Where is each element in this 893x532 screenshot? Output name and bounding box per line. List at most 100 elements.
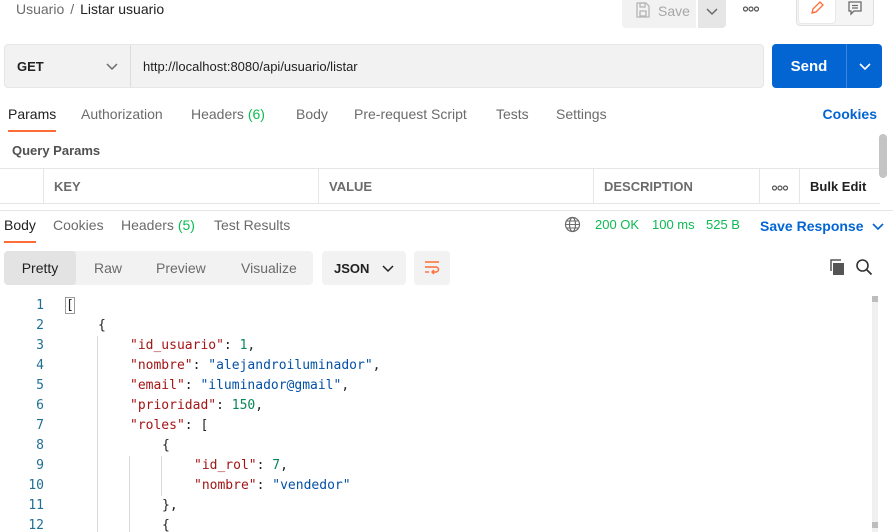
breadcrumb-separator: / [70,1,75,17]
status-code[interactable]: 200 OK [595,217,639,232]
response-view-modes: Pretty Raw Preview Visualize [4,251,313,285]
code-line: 10 "nombre": "vendedor" [0,476,870,496]
code-line: 11}, [0,496,870,516]
chevron-down-icon [706,4,718,19]
column-options-button[interactable] [759,169,799,204]
code-text: { [162,516,170,532]
json-punctuation: , [280,458,288,473]
tab-response-headers[interactable]: Headers (5) [121,217,195,243]
line-number: 9 [36,458,44,473]
code-line: 1[ [0,296,870,316]
comment-icon [847,0,863,19]
code-text: }, [162,496,178,516]
tab-settings[interactable]: Settings [556,106,607,132]
cookies-link[interactable]: Cookies [823,106,877,122]
tab-body[interactable]: Body [296,106,328,132]
breadcrumb-parent[interactable]: Usuario [16,1,64,17]
chevron-down-icon [382,261,394,276]
column-description: DESCRIPTION [593,169,759,204]
tab-tests[interactable]: Tests [496,106,529,132]
json-string: "iluminador@gmail" [200,378,342,393]
send-group: Send [772,44,882,88]
code-text: { [98,316,106,336]
tab-pre-request-script[interactable]: Pre-request Script [354,106,467,132]
code-line: 12 { [0,516,870,532]
wrap-lines-button[interactable] [414,251,450,285]
tab-response-body[interactable]: Body [4,217,36,243]
chevron-down-icon [858,59,871,74]
code-text: [ [65,296,75,316]
tab-authorization[interactable]: Authorization [81,106,163,132]
format-label: JSON [334,260,370,276]
view-preview[interactable]: Preview [156,251,206,285]
line-number: 12 [28,518,44,532]
response-time[interactable]: 100 ms [652,217,695,232]
line-number: 7 [36,418,44,433]
json-number: 7 [272,458,281,473]
tab-test-results[interactable]: Test Results [214,217,290,243]
params-scrollbar[interactable] [879,134,887,178]
save-response-button[interactable]: Save Response [760,218,884,234]
globe-icon[interactable] [564,216,581,236]
response-size[interactable]: 525 B [706,217,740,232]
line-number: 3 [36,338,44,353]
json-number: 150 [231,398,256,413]
edit-view-button[interactable] [799,0,835,23]
request-tabs: Params Authorization Headers (6) Body Pr… [0,100,893,132]
json-string: "vendedor" [272,478,351,493]
view-visualize[interactable]: Visualize [241,251,297,285]
format-select[interactable]: JSON [322,251,406,285]
tab-params[interactable]: Params [8,106,57,132]
code-text: "roles": [ [130,416,208,436]
save-group: Save [622,0,726,28]
code-line: 8{ [0,436,870,456]
json-punctuation: { [162,518,170,532]
tab-headers-label: Headers [191,106,244,122]
response-body-editor[interactable]: 1[2{3 "id_usuario": 1, 4 "nombre": "alejand… [0,296,870,532]
code-text: "prioridad": 150, [130,396,263,416]
comments-button[interactable] [837,0,873,25]
code-line: 2{ [0,316,870,336]
code-text: "nombre": "alejandroiluminador", [130,356,380,376]
params-table-header: KEY VALUE DESCRIPTION Bulk Edit [0,168,880,204]
line-number: 8 [36,438,44,453]
url-bar: GET [4,44,764,88]
url-input[interactable] [131,45,763,87]
response-tabs: Body Cookies Headers (5) Test Results 20… [0,210,893,243]
view-toggle [796,0,874,26]
json-punctuation: : [223,338,240,353]
query-params-title: Query Params [12,143,101,158]
save-button[interactable]: Save [622,0,696,28]
send-options-button[interactable] [846,44,882,88]
line-number: 10 [28,478,44,493]
bulk-edit-button[interactable]: Bulk Edit [799,169,880,204]
column-value: VALUE [318,169,593,204]
copy-icon[interactable] [828,258,846,279]
scrollbar-top-marker [872,296,878,302]
more-options-icon[interactable] [740,0,762,18]
line-number: 1 [36,298,44,313]
editor-scrollbar[interactable] [872,296,878,532]
save-options-button[interactable] [698,0,726,28]
send-button[interactable]: Send [772,44,846,88]
json-punctuation: { [98,318,106,333]
more-horizontal-icon [771,179,788,194]
pencil-icon [809,0,825,19]
scrollbar-bottom-marker [872,522,878,528]
tab-headers[interactable]: Headers (6) [191,106,265,132]
page-title[interactable]: Listar usuario [80,1,164,17]
search-icon[interactable] [855,258,873,279]
json-punctuation: }, [162,498,178,513]
line-number: 4 [36,358,44,373]
json-punctuation: : [216,398,232,413]
json-key: "prioridad" [130,398,217,413]
json-key: "email" [130,378,185,393]
view-raw[interactable]: Raw [94,251,122,285]
code-line: 4 "nombre": "alejandroiluminador", [0,356,870,376]
chevron-down-icon [106,59,118,74]
view-pretty[interactable]: Pretty [4,251,76,285]
code-line: 7 "roles": [ [0,416,870,436]
method-select[interactable]: GET [5,45,131,87]
json-punctuation: , [372,358,381,373]
tab-response-cookies[interactable]: Cookies [53,217,104,243]
